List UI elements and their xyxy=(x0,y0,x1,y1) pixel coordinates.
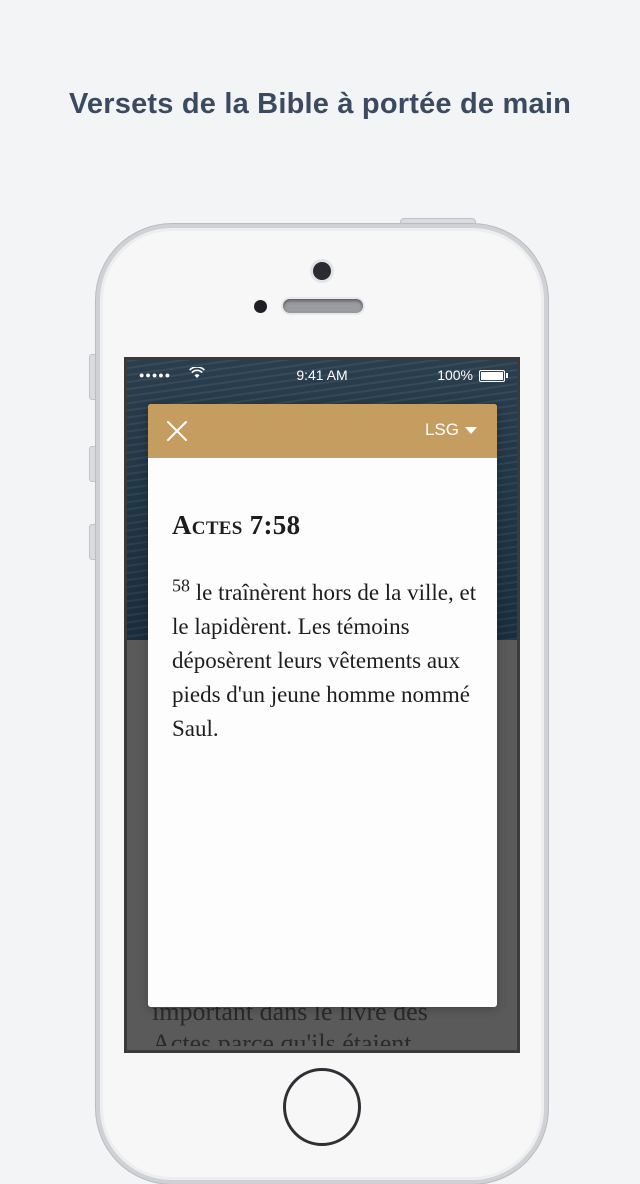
chevron-down-icon xyxy=(465,426,477,434)
verse-popup-header: LSG xyxy=(148,404,497,458)
battery-icon xyxy=(479,370,505,382)
bible-version-label: LSG xyxy=(424,420,459,439)
verse-text: le traînèrent hors de la ville, et le la… xyxy=(172,580,477,741)
battery-percent: 100% xyxy=(437,367,473,383)
bible-version-select[interactable]: LSG xyxy=(425,420,477,440)
verse-reference: Actes 7:58 xyxy=(172,510,301,540)
verse-popup: LSG Actes 7:58 58 le traînèrent hors de … xyxy=(148,404,497,1007)
speaker-grille xyxy=(283,299,363,313)
status-bar: ●●●●● 9:41 AM 100% xyxy=(127,360,517,390)
battery-tip xyxy=(506,373,508,378)
sensor-icon xyxy=(254,300,267,313)
verse-number: 58 xyxy=(172,575,190,596)
close-icon[interactable] xyxy=(162,416,192,446)
home-button[interactable] xyxy=(283,1068,361,1146)
verse-body: 58 le traînèrent hors de la ville, et le… xyxy=(172,576,477,746)
camera-icon xyxy=(313,262,331,280)
headline: Versets de la Bible à portée de main xyxy=(68,88,571,120)
